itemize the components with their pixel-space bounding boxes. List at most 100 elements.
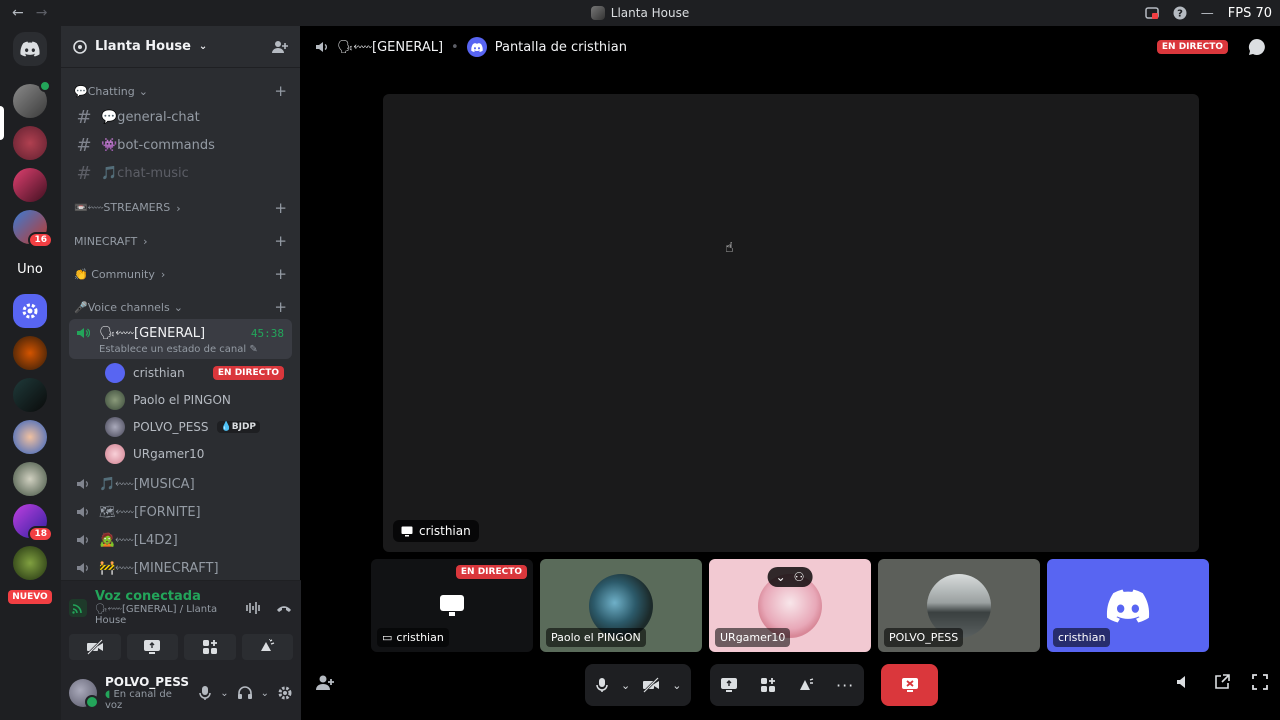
invite-people-icon[interactable] (272, 39, 288, 55)
channel-name: 🧟⬳[L4D2] (99, 532, 178, 548)
user-info[interactable]: POLVO_PESS ◖ En canal de voz (105, 675, 190, 711)
leave-call-button[interactable] (881, 664, 938, 706)
invite-to-call-icon[interactable] (315, 674, 335, 692)
server-icon-10[interactable] (13, 462, 47, 496)
voice-channel[interactable]: 🚧⬳[MINECRAFT] (69, 554, 292, 578)
discord-home-button[interactable] (13, 32, 47, 66)
camera-off-icon[interactable] (642, 677, 660, 693)
chevron-down-icon[interactable]: ⌄ (621, 679, 630, 692)
voice-channel-active[interactable]: 🗣⬳[GENERAL] 45:38 Establece un estado de… (69, 319, 292, 359)
server-icon-4[interactable]: 16 (13, 210, 53, 248)
voice-member[interactable]: cristhian EN DIRECTO (69, 359, 292, 386)
voice-channel[interactable]: 🎵⬳[MUSICA] (69, 470, 292, 498)
microphone-icon[interactable] (198, 685, 212, 701)
participant-tile[interactable]: cristhian (1047, 559, 1209, 652)
avatar (105, 389, 125, 410)
server-icon-11[interactable]: 18 (13, 504, 53, 542)
server-icon-9[interactable] (13, 420, 47, 454)
more-options-icon[interactable]: ··· (836, 676, 854, 695)
user-avatar[interactable] (69, 679, 99, 709)
add-channel-icon[interactable]: + (274, 265, 292, 283)
soundboard-icon[interactable] (798, 677, 814, 693)
voice-connected-label: Voz conectada (95, 589, 201, 604)
back-arrow-icon[interactable]: ← (12, 5, 24, 21)
screen-share-icon[interactable] (720, 677, 738, 693)
server-icon-2[interactable] (13, 126, 47, 160)
channel-status[interactable]: Establece un estado de canal ✎ (69, 344, 292, 355)
category-community[interactable]: 👏 Community › + (69, 262, 292, 286)
category-label: 📼⬳STREAMERS (74, 201, 171, 214)
settings-gear-icon[interactable] (277, 685, 293, 701)
server-icon-12[interactable] (13, 546, 47, 580)
chevron-down-icon[interactable]: ⌄ (672, 679, 681, 692)
camera-off-button[interactable] (69, 634, 121, 660)
chat-bubble-icon[interactable] (1248, 38, 1266, 56)
voice-member[interactable]: POLVO_PESS 💧BJDP (69, 413, 292, 440)
category-label: MINECRAFT (74, 234, 138, 248)
hash-icon: # (76, 162, 92, 184)
server-icon-7[interactable] (13, 336, 47, 370)
server-icon-8[interactable] (13, 378, 47, 412)
soundboard-button[interactable] (241, 634, 293, 660)
participant-tile[interactable]: Paolo el PINGON (540, 559, 702, 652)
participant-tile[interactable]: EN DIRECTO ▭ cristhian (371, 559, 533, 652)
disconnect-icon[interactable] (275, 601, 293, 615)
screen-share-button[interactable] (126, 634, 178, 660)
participant-tile[interactable]: ⌄ ⚇ URgamer10 (709, 559, 871, 652)
participant-name: cristhian (1058, 631, 1106, 644)
people-icon[interactable]: ⚇ (794, 570, 805, 584)
hash-icon: # (76, 106, 92, 128)
speaker-icon (315, 40, 329, 54)
chevron-down-icon[interactable]: ⌄ (776, 570, 786, 584)
server-llanta-house[interactable] (13, 80, 51, 118)
participant-name: Paolo el PINGON (551, 631, 641, 644)
category-chatting[interactable]: 💬Chatting ⌄ + (69, 79, 292, 103)
category-voice-channels[interactable]: 🎤Voice channels ⌄ + (69, 295, 292, 319)
speaker-icon (75, 477, 91, 491)
add-channel-icon[interactable]: + (274, 82, 292, 100)
voice-channel-path[interactable]: 🗣⬳[GENERAL] / Llanta House (95, 604, 237, 626)
signal-icon[interactable] (69, 598, 87, 617)
forward-arrow-icon[interactable]: → (36, 5, 48, 21)
microphone-icon[interactable] (595, 677, 609, 693)
noise-suppression-icon[interactable] (245, 601, 261, 615)
server-header[interactable]: Llanta House ⌄ (61, 26, 300, 68)
help-icon[interactable]: ? (1173, 6, 1187, 20)
channel-name[interactable]: 🗣⬳[GENERAL] (337, 40, 443, 55)
server-uno[interactable]: Uno (13, 252, 47, 286)
participant-name: URgamer10 (720, 631, 786, 644)
fullscreen-icon[interactable] (1252, 674, 1268, 690)
add-channel-icon[interactable]: + (274, 232, 292, 250)
inbox-icon[interactable] (1145, 6, 1159, 20)
participant-tile[interactable]: POLVO_PESS (878, 559, 1040, 652)
server-icon-3[interactable] (13, 168, 47, 202)
headphones-icon[interactable] (237, 685, 253, 701)
activities-icon[interactable] (760, 677, 776, 693)
activities-button[interactable] (184, 634, 236, 660)
add-channel-icon[interactable]: + (274, 199, 292, 217)
text-channel[interactable]: # 👾bot-commands (69, 131, 292, 159)
voice-member[interactable]: URgamer10 (69, 440, 292, 467)
member-name: Paolo el PINGON (133, 392, 231, 407)
volume-icon[interactable] (1176, 674, 1192, 690)
add-channel-icon[interactable]: + (274, 298, 292, 316)
chevron-down-icon[interactable]: ⌄ (261, 688, 269, 699)
chevron-down-icon[interactable]: ⌄ (220, 688, 228, 699)
tile-label: URgamer10 (715, 628, 791, 647)
screen-owner-label: cristhian (393, 520, 479, 542)
text-channel[interactable]: # 💬general-chat (69, 103, 292, 131)
popout-icon[interactable] (1214, 674, 1230, 690)
server-gear-icon[interactable] (13, 294, 47, 328)
window-title-text: Llanta House (610, 6, 690, 20)
voice-channel[interactable]: 🗺⬳[FORNITE] (69, 498, 292, 526)
channel-list: 💬Chatting ⌄ + # 💬general-chat # 👾bot-com… (61, 70, 300, 578)
category-streamers[interactable]: 📼⬳STREAMERS › + (69, 196, 292, 220)
tile-controls[interactable]: ⌄ ⚇ (767, 567, 813, 587)
minimize-button[interactable]: — (1201, 6, 1214, 21)
voice-channel[interactable]: 🧟⬳[L4D2] (69, 526, 292, 554)
voice-member[interactable]: Paolo el PINGON (69, 386, 292, 413)
category-minecraft[interactable]: MINECRAFT › + (69, 229, 292, 253)
shared-screen-view[interactable]: ☝ cristhian (383, 94, 1199, 552)
text-channel[interactable]: # 🎵chat-music (69, 159, 292, 187)
hand-cursor-icon: ☝ (725, 240, 734, 256)
